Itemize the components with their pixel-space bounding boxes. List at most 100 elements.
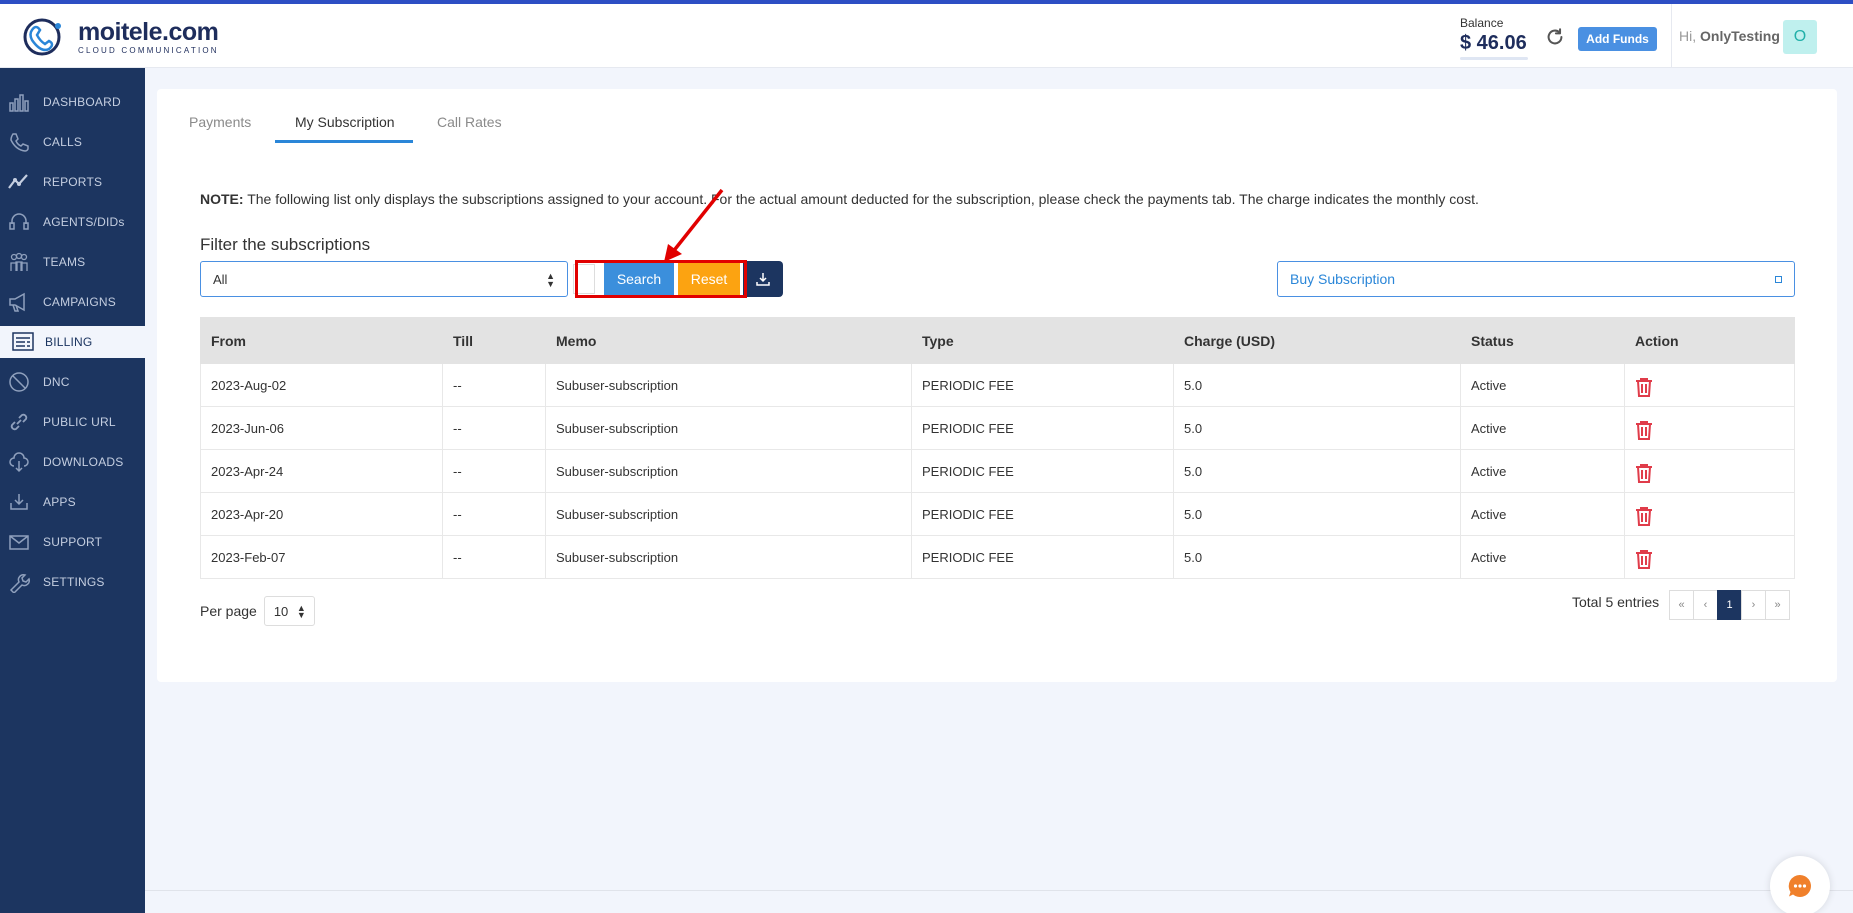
tab-my-subscription[interactable]: My Subscription [295,114,395,130]
cell-from: 2023-Feb-07 [200,535,443,579]
chat-icon [1788,874,1811,897]
trash-icon[interactable] [1635,377,1653,397]
sidebar-item-label: DOWNLOADS [43,455,124,469]
cell-action [1624,363,1795,407]
sidebar-item-apps[interactable]: APPS [0,486,145,518]
cell-memo: Subuser-subscription [545,535,912,579]
filter-title: Filter the subscriptions [200,235,371,254]
column-header-till[interactable]: Till [442,317,546,364]
sidebar-item-support[interactable]: SUPPORT [0,526,145,558]
app-download-icon [10,494,28,510]
download-icon [756,273,770,286]
buy-subscription-label: Buy Subscription [1290,271,1396,287]
trash-icon[interactable] [1635,463,1653,483]
table-row: 2023-Apr-24 -- Subuser-subscription PERI… [200,449,1795,493]
sidebar-item-teams[interactable]: TEAMS [0,246,145,278]
tab-payments[interactable]: Payments [189,114,251,130]
last-page-button[interactable]: » [1765,590,1790,620]
page-1-button[interactable]: 1 [1717,590,1742,620]
cell-from: 2023-Apr-24 [200,449,443,493]
per-page-select[interactable]: 10 ▲ ▼ [263,596,315,626]
cell-type: PERIODIC FEE [911,449,1174,493]
sidebar-item-calls[interactable]: CALLS [0,126,145,158]
sidebar-item-reports[interactable]: REPORTS [0,166,145,198]
first-page-button[interactable]: « [1669,590,1694,620]
download-button[interactable] [743,261,783,297]
avatar[interactable]: O [1783,20,1817,54]
sidebar-item-settings[interactable]: SETTINGS [0,566,145,598]
cell-status: Active [1460,535,1625,579]
mail-icon [9,535,29,550]
highlight-annotation-box [575,260,747,298]
cell-type: PERIODIC FEE [911,535,1174,579]
per-page-value: 10 [273,603,289,619]
sidebar-item-public-url[interactable]: PUBLIC URL [0,406,145,438]
trash-icon[interactable] [1635,506,1653,526]
sidebar-item-dnc[interactable]: DNC [0,366,145,398]
balance-value: $ 46.06 [1460,32,1527,54]
username: OnlyTesting [1700,28,1780,44]
cell-from: 2023-Aug-02 [200,363,443,407]
table-row: 2023-Jun-06 -- Subuser-subscription PERI… [200,406,1795,450]
select-caret-icon: ▲ ▼ [296,603,306,620]
cell-action [1624,406,1795,450]
logo-icon [23,18,61,56]
note-prefix: NOTE: [200,191,244,207]
logo[interactable]: moitele.com CLOUD COMMUNICATION [22,16,219,58]
note-text: The following list only displays the sub… [243,191,1479,207]
block-icon [9,372,29,392]
subscription-note: NOTE: The following list only displays t… [200,191,1479,207]
cell-charge: 5.0 [1173,535,1461,579]
balance-bar [1460,57,1528,60]
dashboard-icon [9,94,29,112]
user-greeting[interactable]: Hi, OnlyTesting [1679,28,1780,44]
invoice-icon [12,332,34,351]
column-header-type[interactable]: Type [911,317,1174,364]
column-header-charge[interactable]: Charge (USD) [1173,317,1461,364]
next-page-button[interactable]: › [1741,590,1766,620]
table-row: 2023-Apr-20 -- Subuser-subscription PERI… [200,492,1795,536]
cell-action [1624,492,1795,536]
sidebar-item-campaigns[interactable]: CAMPAIGNS [0,286,145,318]
column-header-memo[interactable]: Memo [545,317,912,364]
sidebar-item-label: BILLING [45,335,93,349]
cell-status: Active [1460,406,1625,450]
select-caret-icon: ▲ ▼ [546,271,555,289]
filter-selected-value: All [213,271,228,287]
add-funds-button[interactable]: Add Funds [1578,27,1657,51]
cell-till: -- [442,449,546,493]
sidebar-item-agents[interactable]: AGENTS/DIDs [0,206,145,238]
subscription-filter-select[interactable]: All ▲ ▼ [200,261,568,297]
chat-widget-button[interactable] [1770,856,1830,913]
cell-action [1624,449,1795,493]
balance: Balance $ 46.06 [1460,16,1528,60]
total-entries: Total 5 entries [1572,594,1660,610]
cell-from: 2023-Jun-06 [200,406,443,450]
brand-name: moitele.com [78,17,219,46]
active-tab-indicator [275,140,413,143]
prev-page-button[interactable]: ‹ [1693,590,1718,620]
cell-charge: 5.0 [1173,363,1461,407]
sidebar-item-label: SETTINGS [43,575,105,589]
header: moitele.com CLOUD COMMUNICATION Balance … [0,4,1853,68]
per-page-label: Per page [200,603,257,619]
table-row: 2023-Aug-02 -- Subuser-subscription PERI… [200,363,1795,407]
footer-divider [145,890,1853,891]
refresh-icon[interactable] [1544,26,1566,48]
trash-icon[interactable] [1635,549,1653,569]
buy-subscription-field[interactable]: Buy Subscription [1277,261,1795,297]
tab-call-rates[interactable]: Call Rates [437,114,502,130]
sidebar-item-label: DNC [43,375,70,389]
phone-icon [10,133,29,152]
wrench-icon [9,574,30,593]
megaphone-icon [9,292,25,312]
trash-icon[interactable] [1635,420,1653,440]
cell-from: 2023-Apr-20 [200,492,443,536]
sidebar-item-downloads[interactable]: DOWNLOADS [0,446,145,478]
cell-memo: Subuser-subscription [545,449,912,493]
column-header-status[interactable]: Status [1460,317,1625,364]
sidebar-item-dashboard[interactable]: DASHBOARD [0,86,145,118]
column-header-from[interactable]: From [200,317,443,364]
sidebar-item-billing[interactable]: BILLING [0,326,145,358]
subscriptions-table: From Till Memo Type Charge (USD) Status … [200,317,1795,579]
